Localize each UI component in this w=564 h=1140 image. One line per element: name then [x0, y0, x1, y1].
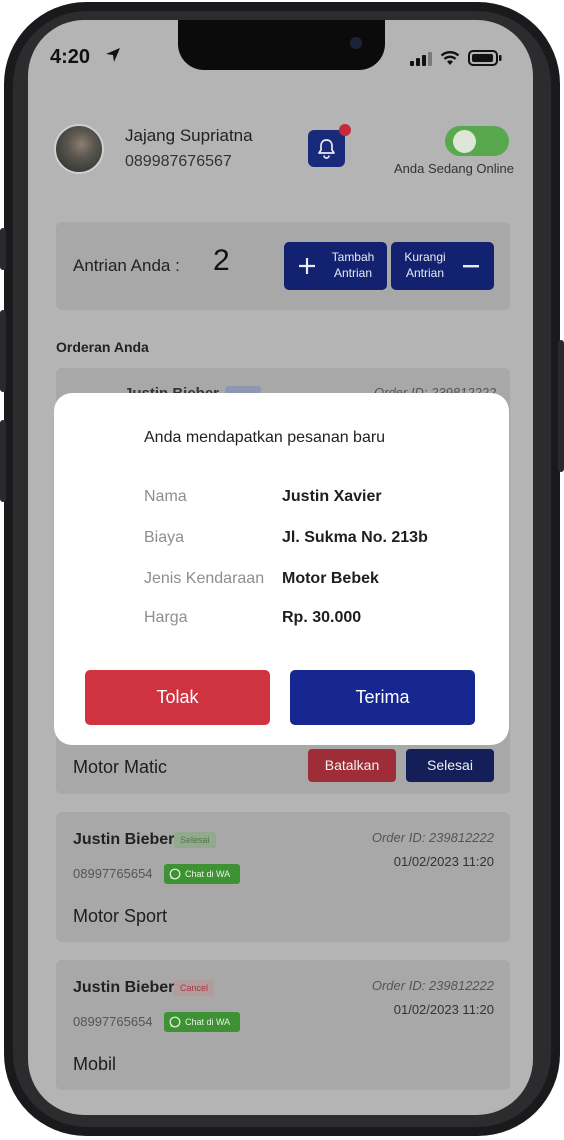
notch — [178, 20, 385, 70]
queue-count: 2 — [213, 244, 230, 277]
status-badge: Cancel — [174, 980, 215, 996]
notification-dot — [339, 124, 351, 136]
detail-label-vehicle-type: Jenis Kendaraan — [144, 570, 265, 587]
add-queue-label-line2: Antrian — [333, 266, 373, 280]
detail-label-cost: Biaya — [144, 529, 185, 546]
chat-wa-label: Chat di WA — [185, 1017, 231, 1027]
user-phone: 089987676567 — [125, 153, 232, 170]
detail-label-name: Nama — [144, 488, 187, 505]
detail-value-vehicle-type: Motor Bebek — [282, 570, 379, 587]
app-screen: 4:20 Jajang Supriatna 089987676567 Anda … — [28, 20, 533, 1115]
signal-icon — [410, 52, 432, 66]
detail-label-price: Harga — [144, 609, 188, 626]
order-date: 01/02/2023 11:20 — [393, 1002, 494, 1017]
mute-switch — [0, 228, 6, 270]
front-camera — [350, 37, 362, 49]
reject-button[interactable]: Tolak — [85, 670, 270, 725]
chat-wa-button[interactable]: Chat di WA — [164, 864, 240, 884]
whatsapp-icon — [169, 1016, 181, 1028]
reduce-queue-label-line1: Kurangi — [404, 250, 446, 264]
online-status-label: Anda Sedang Online — [394, 161, 514, 176]
location-arrow-icon — [106, 48, 120, 62]
reduce-queue-button[interactable]: Kurangi Antrian — [391, 242, 494, 290]
wifi-icon — [440, 51, 460, 65]
finish-order-button[interactable]: Selesai — [406, 749, 494, 782]
volume-up-button — [0, 310, 6, 392]
detail-value-cost: Jl. Sukma No. 213b — [282, 529, 428, 546]
chat-wa-button[interactable]: Chat di WA — [164, 1012, 240, 1032]
add-queue-button[interactable]: Tambah Antrian — [284, 242, 387, 290]
active-order-vehicle: Motor Matic — [73, 757, 168, 777]
volume-down-button — [0, 420, 6, 502]
new-order-modal: Anda mendapatkan pesanan baru Nama Justi… — [54, 393, 509, 745]
status-time: 4:20 — [50, 46, 91, 68]
queue-label: Antrian Anda : — [73, 256, 180, 275]
order-vehicle: Mobil — [73, 1054, 117, 1074]
order-customer-phone: 08997765654 — [73, 1014, 153, 1029]
detail-value-price: Rp. 30.000 — [282, 609, 362, 626]
modal-title: Anda mendapatkan pesanan baru — [144, 429, 386, 446]
order-customer-name: Justin Bieber — [73, 831, 175, 848]
status-badge: Selesai — [174, 832, 216, 848]
toggle-knob — [453, 130, 476, 153]
order-date: 01/02/2023 11:20 — [393, 854, 494, 869]
plus-icon — [299, 258, 315, 274]
order-customer-phone: 08997765654 — [73, 866, 153, 881]
notification-button[interactable] — [308, 130, 345, 167]
whatsapp-icon — [169, 868, 181, 880]
order-id: Order ID: 239812222 — [371, 830, 494, 845]
orders-section-title: Orderan Anda — [56, 339, 149, 355]
detail-value-name: Justin Xavier — [282, 488, 382, 505]
accept-button[interactable]: Terima — [290, 670, 475, 725]
order-customer-name: Justin Bieber — [73, 979, 175, 996]
battery-icon — [468, 50, 502, 66]
bell-icon — [318, 139, 335, 159]
order-vehicle: Motor Sport — [73, 906, 168, 926]
user-name: Jajang Supriatna — [125, 126, 253, 145]
minus-icon — [463, 265, 479, 268]
reduce-queue-label-line2: Antrian — [405, 266, 445, 280]
avatar[interactable] — [54, 124, 104, 174]
cancel-order-button[interactable]: Batalkan — [308, 749, 396, 782]
order-id: Order ID: 239812222 — [371, 978, 494, 993]
add-queue-label-line1: Tambah — [331, 250, 375, 264]
chat-wa-label: Chat di WA — [185, 869, 231, 879]
power-button — [558, 340, 564, 472]
